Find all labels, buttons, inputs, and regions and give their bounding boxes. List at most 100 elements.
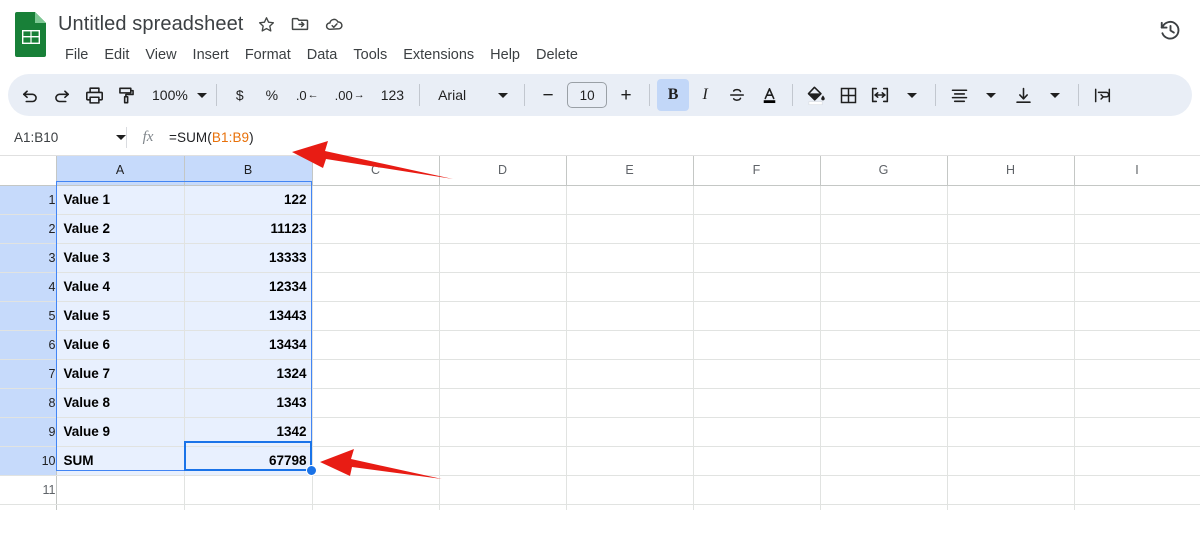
row-header-7[interactable]: 7: [0, 359, 57, 389]
row-header-5[interactable]: 5: [0, 301, 57, 331]
print-icon[interactable]: [78, 79, 110, 111]
cell-d2[interactable]: [439, 214, 567, 244]
cell-b7[interactable]: 1324: [184, 359, 313, 389]
cell-i7[interactable]: [1074, 359, 1200, 389]
vertical-align-dropdown[interactable]: [1039, 79, 1071, 111]
cell-h3[interactable]: [947, 243, 1075, 273]
chevron-down-icon[interactable]: [116, 135, 126, 140]
cell-f9[interactable]: [693, 417, 821, 447]
cell-f3[interactable]: [693, 243, 821, 273]
select-all-corner[interactable]: [0, 156, 57, 186]
cell-e8[interactable]: [566, 388, 694, 418]
column-header-e[interactable]: E: [566, 156, 694, 186]
paint-format-icon[interactable]: [110, 79, 142, 111]
strikethrough-icon[interactable]: [721, 79, 753, 111]
menu-file[interactable]: File: [57, 44, 96, 66]
menu-view[interactable]: View: [137, 44, 184, 66]
cell-i4[interactable]: [1074, 272, 1200, 302]
cell-i9[interactable]: [1074, 417, 1200, 447]
cell-a3[interactable]: Value 3: [56, 243, 185, 273]
cell-d6[interactable]: [439, 330, 567, 360]
cell-e9[interactable]: [566, 417, 694, 447]
cell-f6[interactable]: [693, 330, 821, 360]
cell-g12[interactable]: [820, 504, 948, 510]
cell-c3[interactable]: [312, 243, 440, 273]
cell-i6[interactable]: [1074, 330, 1200, 360]
cell-c6[interactable]: [312, 330, 440, 360]
cell-f2[interactable]: [693, 214, 821, 244]
name-box[interactable]: A1:B10: [0, 120, 126, 155]
menu-delete[interactable]: Delete: [528, 44, 586, 66]
borders-icon[interactable]: [832, 79, 864, 111]
cell-h5[interactable]: [947, 301, 1075, 331]
cell-c4[interactable]: [312, 272, 440, 302]
formula-input[interactable]: =SUM(B1:B9): [169, 130, 254, 145]
cell-g3[interactable]: [820, 243, 948, 273]
cell-f10[interactable]: [693, 446, 821, 476]
cell-c12[interactable]: [312, 504, 440, 510]
menu-help[interactable]: Help: [482, 44, 528, 66]
merge-cells-dropdown[interactable]: [896, 79, 928, 111]
row-header-10[interactable]: 10: [0, 446, 57, 476]
cell-h2[interactable]: [947, 214, 1075, 244]
row-header-6[interactable]: 6: [0, 330, 57, 360]
cell-d8[interactable]: [439, 388, 567, 418]
redo-icon[interactable]: [46, 79, 78, 111]
cell-d4[interactable]: [439, 272, 567, 302]
cell-e2[interactable]: [566, 214, 694, 244]
menu-tools[interactable]: Tools: [345, 44, 395, 66]
text-color-icon[interactable]: [753, 79, 785, 111]
cell-d1[interactable]: [439, 185, 567, 215]
cell-b12[interactable]: [184, 504, 313, 510]
cell-i8[interactable]: [1074, 388, 1200, 418]
cell-d3[interactable]: [439, 243, 567, 273]
row-header-9[interactable]: 9: [0, 417, 57, 447]
menu-extensions[interactable]: Extensions: [395, 44, 482, 66]
row-header-2[interactable]: 2: [0, 214, 57, 244]
cell-c10[interactable]: [312, 446, 440, 476]
cell-d5[interactable]: [439, 301, 567, 331]
cell-b5[interactable]: 13443: [184, 301, 313, 331]
cell-g5[interactable]: [820, 301, 948, 331]
cell-a1[interactable]: Value 1: [56, 185, 185, 215]
cell-e10[interactable]: [566, 446, 694, 476]
cell-g11[interactable]: [820, 475, 948, 505]
cell-b4[interactable]: 12334: [184, 272, 313, 302]
cell-g7[interactable]: [820, 359, 948, 389]
more-formats-button[interactable]: 123: [373, 79, 412, 111]
cell-a5[interactable]: Value 5: [56, 301, 185, 331]
cell-h10[interactable]: [947, 446, 1075, 476]
row-header-3[interactable]: 3: [0, 243, 57, 273]
decrease-decimal-button[interactable]: .0 ←: [288, 79, 327, 111]
row-header-12[interactable]: 12: [0, 504, 57, 510]
cell-e4[interactable]: [566, 272, 694, 302]
cell-i11[interactable]: [1074, 475, 1200, 505]
cell-b2[interactable]: 11123: [184, 214, 313, 244]
cell-e6[interactable]: [566, 330, 694, 360]
cell-b1[interactable]: 122: [184, 185, 313, 215]
star-icon[interactable]: [251, 11, 281, 37]
column-header-c[interactable]: C: [312, 156, 440, 186]
row-header-4[interactable]: 4: [0, 272, 57, 302]
cell-d11[interactable]: [439, 475, 567, 505]
cell-e3[interactable]: [566, 243, 694, 273]
cell-i2[interactable]: [1074, 214, 1200, 244]
cell-a6[interactable]: Value 6: [56, 330, 185, 360]
cell-i10[interactable]: [1074, 446, 1200, 476]
spreadsheet-grid[interactable]: A B C D E F G H I 1 Value 1 122 2 Value …: [0, 156, 1200, 510]
percent-format-button[interactable]: %: [256, 79, 288, 111]
cell-d10[interactable]: [439, 446, 567, 476]
menu-data[interactable]: Data: [299, 44, 346, 66]
cell-b9[interactable]: 1342: [184, 417, 313, 447]
increase-decimal-button[interactable]: .00 →: [327, 79, 373, 111]
increase-font-size-button[interactable]: +: [610, 79, 642, 111]
cell-i5[interactable]: [1074, 301, 1200, 331]
menu-insert[interactable]: Insert: [185, 44, 237, 66]
cell-i3[interactable]: [1074, 243, 1200, 273]
cell-e7[interactable]: [566, 359, 694, 389]
column-header-g[interactable]: G: [820, 156, 948, 186]
cloud-check-icon[interactable]: [319, 11, 349, 37]
menu-format[interactable]: Format: [237, 44, 299, 66]
cell-h6[interactable]: [947, 330, 1075, 360]
cell-c5[interactable]: [312, 301, 440, 331]
